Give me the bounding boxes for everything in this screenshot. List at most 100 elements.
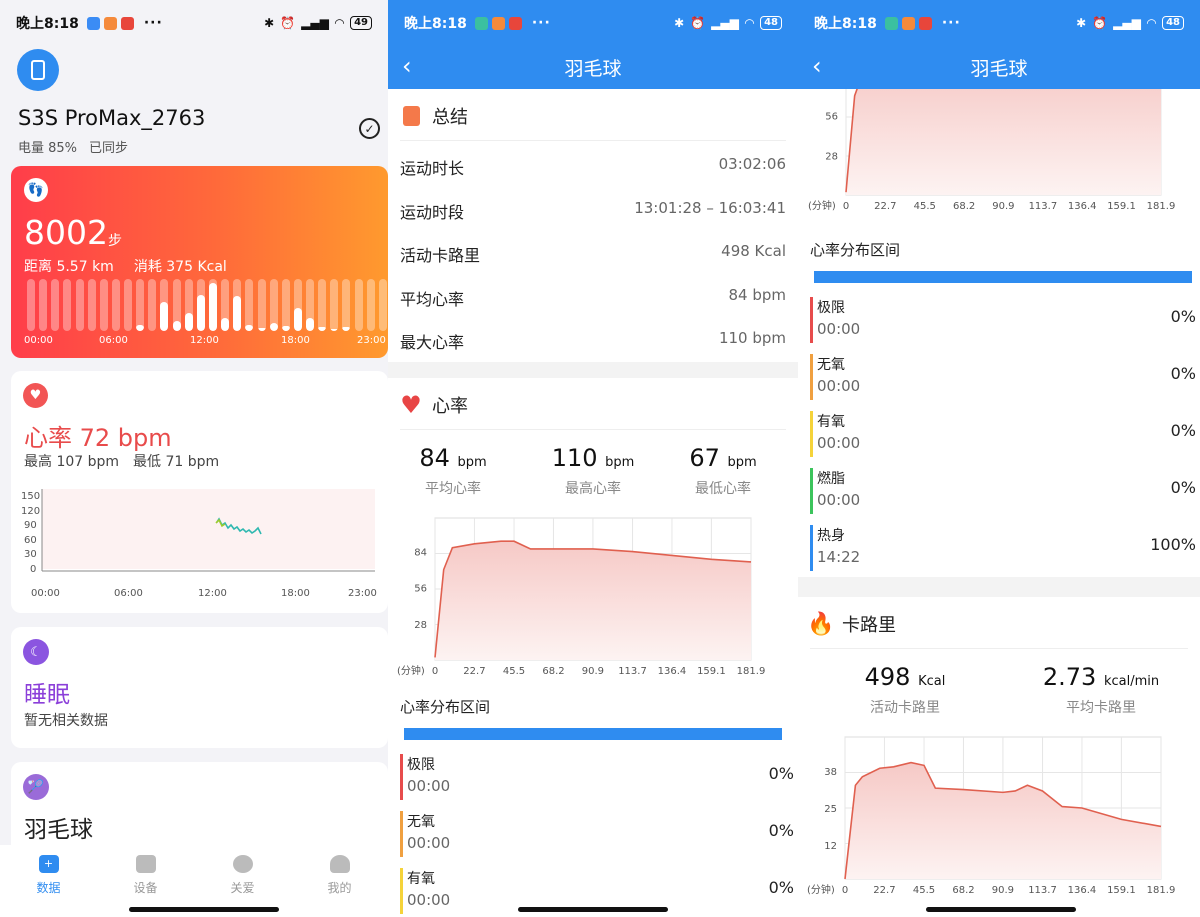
hour-step-bar xyxy=(330,279,339,331)
zone-percent: 0% xyxy=(1170,364,1196,383)
zone-percent: 0% xyxy=(768,878,794,897)
hour-step-bar xyxy=(75,279,84,331)
status-indicators: ✱ ⏰ ▂▄▆ ◠ 48 xyxy=(1076,16,1184,30)
zone-name: 有氧 xyxy=(407,871,435,887)
y-tick-label: 84 xyxy=(414,548,427,559)
cal-stat-avg: 2.73 kcal/min 平均卡路里 xyxy=(1036,663,1166,717)
hour-step-fill xyxy=(184,312,193,331)
y-tick-label: 90 xyxy=(24,520,37,531)
x-tick-label: 06:00 xyxy=(114,588,143,599)
alarm-icon: ⏰ xyxy=(280,16,296,30)
x-tick-label: 113.7 xyxy=(618,666,647,677)
stat-unit: bpm xyxy=(605,455,635,470)
heart-rate-min: 最低 71 bpm xyxy=(133,454,220,470)
hour-step-fill xyxy=(293,307,302,331)
hour-step-fill xyxy=(318,326,327,331)
zone-row-extreme: 极限 00:00 0% xyxy=(400,752,794,802)
badminton-title: 羽毛球 xyxy=(24,817,93,843)
summary-value: 03:02:06 xyxy=(718,155,786,173)
zone-time: 00:00 xyxy=(407,777,451,795)
hour-step-bar xyxy=(136,279,145,331)
zone-time: 00:00 xyxy=(817,320,861,338)
x-tick-label: 0 xyxy=(432,666,438,677)
watch-icon[interactable] xyxy=(17,49,59,91)
hour-step-bar xyxy=(221,279,230,331)
x-tick-label: 68.2 xyxy=(953,201,975,212)
back-arrow-icon[interactable]: ‹ xyxy=(402,52,412,80)
signal-icon: ▂▄▆ xyxy=(1113,16,1141,30)
y-tick-label: 56 xyxy=(414,584,427,595)
zone-name: 热身 xyxy=(817,528,845,544)
hour-step-bar xyxy=(111,279,120,331)
y-tick-label: 38 xyxy=(824,767,837,778)
zone-color-bar xyxy=(810,354,813,400)
x-tick-label: 136.4 xyxy=(1068,201,1097,212)
x-tick-label: 18:00 xyxy=(281,588,310,599)
hour-step-fill xyxy=(245,324,254,331)
badminton-detail-screen: 晚上8:18 ··· ✱ ⏰ ▂▄▆ ◠ 48 ‹ 羽毛球 总结 运动时长 03:… xyxy=(388,0,798,917)
y-tick-label: 28 xyxy=(825,151,838,162)
x-tick-label: 0 xyxy=(843,201,849,212)
wifi-icon: ◠ xyxy=(1146,16,1157,30)
hour-step-bar xyxy=(342,279,351,331)
step-unit: 步 xyxy=(108,233,122,249)
heart-rate-value: 心率 72 bpm xyxy=(24,424,172,452)
stat-label: 平均卡路里 xyxy=(1066,700,1136,716)
tab-profile[interactable]: 我的 xyxy=(291,845,388,917)
home-indicator[interactable] xyxy=(129,907,279,912)
zone-distribution-bar xyxy=(404,728,782,740)
hour-step-bar xyxy=(366,279,375,331)
hour-step-bar xyxy=(293,279,302,331)
heart-rate-max: 最高 107 bpm xyxy=(24,454,120,470)
hr-stat-max: 110 bpm 最高心率 xyxy=(538,444,648,498)
heart-rate-card[interactable]: ♥ 心率 72 bpm 最高 107 bpm 最低 71 bpm 150 120 … xyxy=(11,371,388,613)
hour-step-fill xyxy=(281,325,290,331)
hr-detail-chart: 845628(分钟)022.745.568.290.9113.7136.4159… xyxy=(808,79,1175,212)
hr-stat-min: 67 bpm 最低心率 xyxy=(668,444,778,498)
hour-step-bar xyxy=(172,279,181,331)
footprints-icon: 👣 xyxy=(24,178,48,202)
sync-check-icon[interactable]: ✓ xyxy=(359,118,380,139)
wifi-icon: ◠ xyxy=(744,16,755,30)
x-tick-label: 181.9 xyxy=(1147,885,1176,896)
status-indicators: ✱ ⏰ ▂▄▆ ◠ 49 xyxy=(264,16,372,30)
calorie-title: 卡路里 xyxy=(842,615,896,636)
home-indicator[interactable] xyxy=(926,907,1076,912)
tab-data[interactable]: + 数据 xyxy=(0,845,97,917)
x-tick-label: 136.4 xyxy=(658,666,687,677)
battery-icon: 48 xyxy=(760,16,782,30)
zone-percent: 0% xyxy=(1170,307,1196,326)
home-indicator[interactable] xyxy=(518,907,668,912)
hour-step-fill xyxy=(306,318,315,331)
summary-header: 总结 xyxy=(400,103,468,129)
summary-key: 最大心率 xyxy=(400,333,465,352)
nav-bar: ‹ 羽毛球 xyxy=(388,46,798,89)
hour-step-bar xyxy=(39,279,48,331)
zone-percent: 0% xyxy=(768,821,794,840)
summary-value: 498 Kcal xyxy=(721,242,786,260)
signal-icon: ▂▄▆ xyxy=(301,16,329,30)
hour-step-bar xyxy=(148,279,157,331)
document-icon xyxy=(400,105,422,127)
alarm-icon: ⏰ xyxy=(1092,16,1108,30)
daily-heart-rate-chart: 150 120 90 60 30 0 00:00 06:00 12:00 18:… xyxy=(21,489,377,599)
status-bar: 晚上8:18 ··· ✱ ⏰ ▂▄▆ ◠ 48 xyxy=(388,0,798,46)
x-axis-unit: (分钟) xyxy=(808,199,836,212)
x-tick-label: 136.4 xyxy=(1068,885,1097,896)
tab-label: 数据 xyxy=(36,881,61,895)
back-arrow-icon[interactable]: ‹ xyxy=(812,52,822,80)
hour-step-bar xyxy=(99,279,108,331)
watch-icon xyxy=(135,855,156,873)
hour-step-bar xyxy=(306,279,315,331)
x-tick-label: 45.5 xyxy=(503,666,525,677)
x-tick-label: 181.9 xyxy=(737,666,766,677)
stat-unit: Kcal xyxy=(918,674,946,689)
summary-row: 运动时长 03:02:06 xyxy=(400,155,786,179)
stat-number: 2.73 xyxy=(1042,663,1097,691)
briefcase-plus-icon: + xyxy=(38,855,59,873)
x-tick-label: 159.1 xyxy=(697,666,726,677)
sleep-card[interactable]: ☾ 睡眠 暂无相关数据 xyxy=(11,627,388,748)
summary-row: 最大心率 110 bpm xyxy=(400,329,786,353)
steps-card[interactable]: 👣 8002 步 距离 5.57 km 消耗 375 Kcal 00:00 06:… xyxy=(11,166,388,358)
x-axis-unit: (分钟) xyxy=(397,664,425,677)
